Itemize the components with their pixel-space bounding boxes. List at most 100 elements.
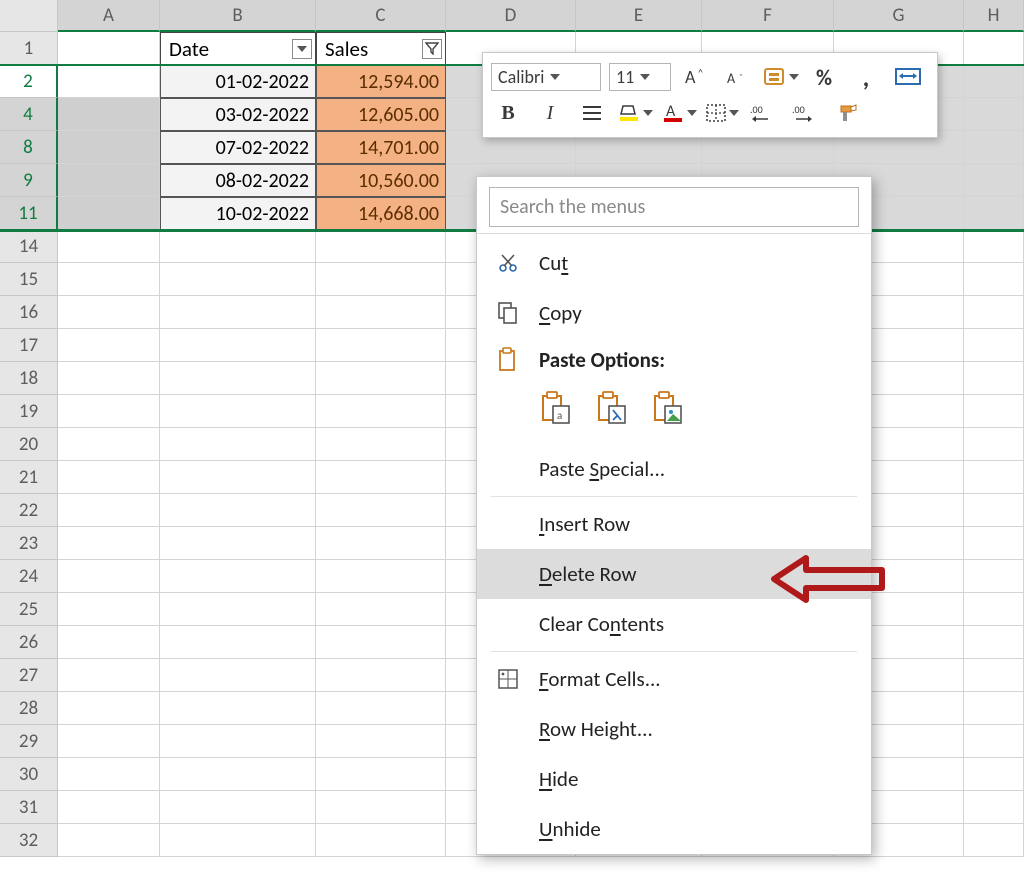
paste-picture-icon[interactable] bbox=[651, 390, 685, 432]
cell[interactable] bbox=[964, 758, 1024, 791]
row-header[interactable]: 25 bbox=[0, 593, 58, 626]
cell[interactable] bbox=[316, 824, 446, 857]
row-header[interactable]: 17 bbox=[0, 329, 58, 362]
cell[interactable] bbox=[964, 659, 1024, 692]
cell[interactable] bbox=[316, 791, 446, 824]
cell[interactable] bbox=[316, 329, 446, 362]
cell[interactable] bbox=[964, 32, 1024, 65]
paste-icon[interactable]: a bbox=[539, 390, 573, 432]
cell[interactable] bbox=[58, 560, 160, 593]
cell[interactable] bbox=[58, 296, 160, 329]
col-header-G[interactable]: G bbox=[834, 0, 964, 32]
paste-formulas-icon[interactable] bbox=[595, 390, 629, 432]
cell-date[interactable]: 10-02-2022 bbox=[160, 197, 316, 230]
row-header[interactable]: 31 bbox=[0, 791, 58, 824]
row-header[interactable]: 20 bbox=[0, 428, 58, 461]
cell[interactable] bbox=[316, 758, 446, 791]
cell[interactable] bbox=[964, 395, 1024, 428]
col-header-F[interactable]: F bbox=[702, 0, 834, 32]
cell[interactable] bbox=[316, 428, 446, 461]
cell-sales[interactable]: 14,701.00 bbox=[316, 131, 446, 164]
cell[interactable] bbox=[316, 560, 446, 593]
cell[interactable] bbox=[58, 65, 160, 98]
menu-item-format-cells[interactable]: Format Cells... bbox=[477, 654, 871, 704]
cell[interactable] bbox=[964, 692, 1024, 725]
cell[interactable] bbox=[160, 428, 316, 461]
row-header[interactable]: 11 bbox=[0, 197, 58, 230]
cell[interactable] bbox=[316, 659, 446, 692]
cell[interactable] bbox=[316, 362, 446, 395]
increase-font-icon[interactable]: A^ bbox=[679, 62, 713, 92]
cell[interactable] bbox=[160, 725, 316, 758]
cell[interactable] bbox=[160, 626, 316, 659]
row-header[interactable]: 23 bbox=[0, 527, 58, 560]
menu-item-hide[interactable]: Hide bbox=[477, 754, 871, 804]
cell[interactable] bbox=[58, 824, 160, 857]
cell[interactable] bbox=[58, 461, 160, 494]
cell[interactable] bbox=[58, 428, 160, 461]
cell[interactable] bbox=[58, 692, 160, 725]
cell[interactable] bbox=[964, 560, 1024, 593]
filter-active-button[interactable] bbox=[422, 39, 442, 59]
borders-button[interactable] bbox=[705, 103, 739, 123]
cell[interactable] bbox=[58, 131, 160, 164]
cell[interactable] bbox=[58, 626, 160, 659]
cell[interactable] bbox=[160, 296, 316, 329]
cell[interactable] bbox=[316, 593, 446, 626]
cell[interactable] bbox=[160, 692, 316, 725]
row-header[interactable]: 14 bbox=[0, 230, 58, 263]
cell[interactable] bbox=[58, 32, 160, 65]
cell[interactable] bbox=[160, 758, 316, 791]
row-header[interactable]: 24 bbox=[0, 560, 58, 593]
row-header[interactable]: 1 bbox=[0, 32, 58, 65]
cell[interactable] bbox=[160, 230, 316, 263]
cell[interactable] bbox=[58, 329, 160, 362]
cell[interactable] bbox=[316, 263, 446, 296]
cell-sales[interactable]: 12,594.00 bbox=[316, 65, 446, 98]
merge-center-icon[interactable] bbox=[891, 62, 925, 92]
decrease-font-icon[interactable]: Aˇ bbox=[721, 62, 755, 92]
col-header-A[interactable]: A bbox=[58, 0, 160, 32]
cell[interactable] bbox=[964, 230, 1024, 263]
cell-date[interactable]: 03-02-2022 bbox=[160, 98, 316, 131]
cell[interactable] bbox=[58, 98, 160, 131]
cell[interactable] bbox=[160, 659, 316, 692]
col-header-B[interactable]: B bbox=[160, 0, 316, 32]
row-header[interactable]: 26 bbox=[0, 626, 58, 659]
font-color-button[interactable]: A bbox=[661, 102, 697, 124]
cell[interactable] bbox=[58, 527, 160, 560]
cell[interactable] bbox=[160, 791, 316, 824]
cell[interactable] bbox=[160, 593, 316, 626]
cell[interactable] bbox=[58, 230, 160, 263]
menu-item-copy[interactable]: Copy bbox=[477, 288, 871, 338]
row-header[interactable]: 29 bbox=[0, 725, 58, 758]
cell[interactable] bbox=[58, 395, 160, 428]
cell[interactable] bbox=[316, 230, 446, 263]
col-header-H[interactable]: H bbox=[964, 0, 1024, 32]
cell[interactable] bbox=[964, 461, 1024, 494]
percent-icon[interactable]: % bbox=[807, 62, 841, 92]
cell[interactable] bbox=[964, 428, 1024, 461]
row-header[interactable]: 32 bbox=[0, 824, 58, 857]
cell[interactable] bbox=[160, 494, 316, 527]
menu-item-cut[interactable]: Cut bbox=[477, 238, 871, 288]
cell[interactable] bbox=[58, 263, 160, 296]
bold-button[interactable]: B bbox=[491, 98, 525, 128]
menu-item-paste-special[interactable]: Paste Special... bbox=[477, 444, 871, 494]
cell[interactable] bbox=[964, 593, 1024, 626]
cell[interactable] bbox=[964, 824, 1024, 857]
cell[interactable] bbox=[58, 164, 160, 197]
row-header[interactable]: 2 bbox=[0, 65, 58, 98]
cell[interactable] bbox=[58, 593, 160, 626]
row-header[interactable]: 15 bbox=[0, 263, 58, 296]
cell[interactable] bbox=[160, 362, 316, 395]
cell[interactable] bbox=[964, 65, 1024, 98]
cell-date[interactable]: 01-02-2022 bbox=[160, 65, 316, 98]
cell[interactable] bbox=[964, 362, 1024, 395]
select-all-corner[interactable] bbox=[0, 0, 58, 32]
col-header-D[interactable]: D bbox=[446, 0, 576, 32]
cell[interactable] bbox=[316, 296, 446, 329]
cell[interactable] bbox=[964, 527, 1024, 560]
cell[interactable] bbox=[964, 296, 1024, 329]
cell[interactable] bbox=[316, 461, 446, 494]
